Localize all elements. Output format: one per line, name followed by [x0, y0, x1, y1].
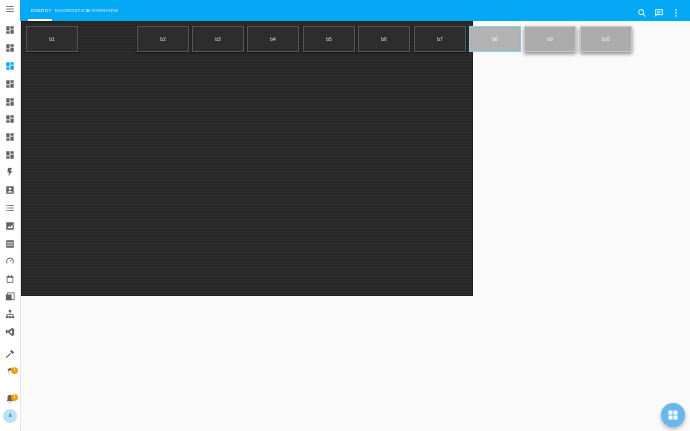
- sidebar-item-dashboard-6[interactable]: [4, 113, 16, 125]
- sidebar-item-media[interactable]: [4, 238, 16, 250]
- grid-icon: [668, 410, 678, 420]
- sidebar-item-overview[interactable]: [4, 24, 16, 36]
- dashboard-icon: [6, 133, 14, 141]
- settings-badge: 1: [11, 367, 18, 374]
- speedometer-icon: [6, 257, 14, 264]
- sidebar-item-dashboard-8[interactable]: [4, 149, 16, 161]
- tab-diagnostics[interactable]: DIAGNOSTICS: [55, 0, 89, 21]
- list-icon: [6, 205, 14, 211]
- assist-icon[interactable]: [654, 5, 664, 17]
- notifications-badge: 1: [11, 394, 18, 401]
- chart-icon: [6, 222, 14, 230]
- menu-icon[interactable]: [4, 3, 16, 15]
- button-b10[interactable]: b10: [580, 26, 632, 52]
- dashboard-icon: [6, 151, 14, 159]
- sidebar-item-vscode[interactable]: [4, 326, 16, 338]
- dashboard-icon: [6, 44, 14, 52]
- sidebar-item-dashboard-2[interactable]: [4, 42, 16, 54]
- account-box-icon: [6, 186, 14, 194]
- sidebar-item-speed[interactable]: [4, 255, 16, 267]
- sidebar-item-history[interactable]: [4, 220, 16, 232]
- more-options-icon[interactable]: [671, 5, 681, 17]
- button-b9[interactable]: b9: [524, 26, 576, 52]
- sidebar-item-calendar[interactable]: [4, 273, 16, 285]
- hierarchy-icon: [5, 309, 15, 319]
- dashboard-icon: [6, 62, 14, 70]
- avatar[interactable]: a: [3, 409, 17, 423]
- table-icon: [6, 240, 14, 248]
- edit-dashboard-fab[interactable]: [661, 403, 685, 427]
- tab-energy[interactable]: ENERGY: [31, 0, 52, 21]
- button-b5[interactable]: b5: [303, 26, 355, 52]
- vscode-icon: [5, 327, 15, 337]
- search-icon[interactable]: [637, 5, 647, 17]
- sidebar-item-zones[interactable]: [4, 308, 16, 320]
- dashboard-icon: [6, 115, 14, 123]
- sidebar: 1 1 a: [0, 0, 21, 431]
- sidebar-item-dashboard-7[interactable]: [4, 131, 16, 143]
- flash-icon: [7, 167, 13, 177]
- button-b8[interactable]: b8: [469, 26, 521, 52]
- sidebar-item-dashboard-4[interactable]: [4, 78, 16, 90]
- dashboard-panel: [21, 21, 473, 296]
- hammer-icon: [5, 349, 15, 359]
- sidebar-item-media-browser[interactable]: [4, 291, 16, 303]
- button-b3[interactable]: b3: [192, 26, 244, 52]
- sidebar-item-energy[interactable]: [4, 166, 16, 178]
- sidebar-item-map[interactable]: [4, 184, 16, 196]
- button-b6[interactable]: b6: [358, 26, 410, 52]
- calendar-icon: [6, 274, 14, 283]
- top-app-bar: ENERGY DIAGNOSTICS B-OVERVIEW: [20, 0, 690, 21]
- button-b7[interactable]: b7: [414, 26, 466, 52]
- sidebar-item-logbook[interactable]: [4, 202, 16, 214]
- dashboard-icon: [6, 80, 14, 88]
- sidebar-item-dashboard-5[interactable]: [4, 96, 16, 108]
- media-icon: [5, 292, 15, 301]
- button-b2[interactable]: b2: [137, 26, 189, 52]
- sidebar-item-dashboard-active[interactable]: [4, 60, 16, 72]
- button-b1[interactable]: b1: [26, 26, 78, 52]
- dashboard-icon: [6, 98, 14, 106]
- sidebar-item-developer-tools[interactable]: [4, 348, 16, 360]
- tab-b-overview[interactable]: B-OVERVIEW: [87, 0, 118, 21]
- button-b4[interactable]: b4: [247, 26, 299, 52]
- dashboard-icon: [6, 26, 14, 34]
